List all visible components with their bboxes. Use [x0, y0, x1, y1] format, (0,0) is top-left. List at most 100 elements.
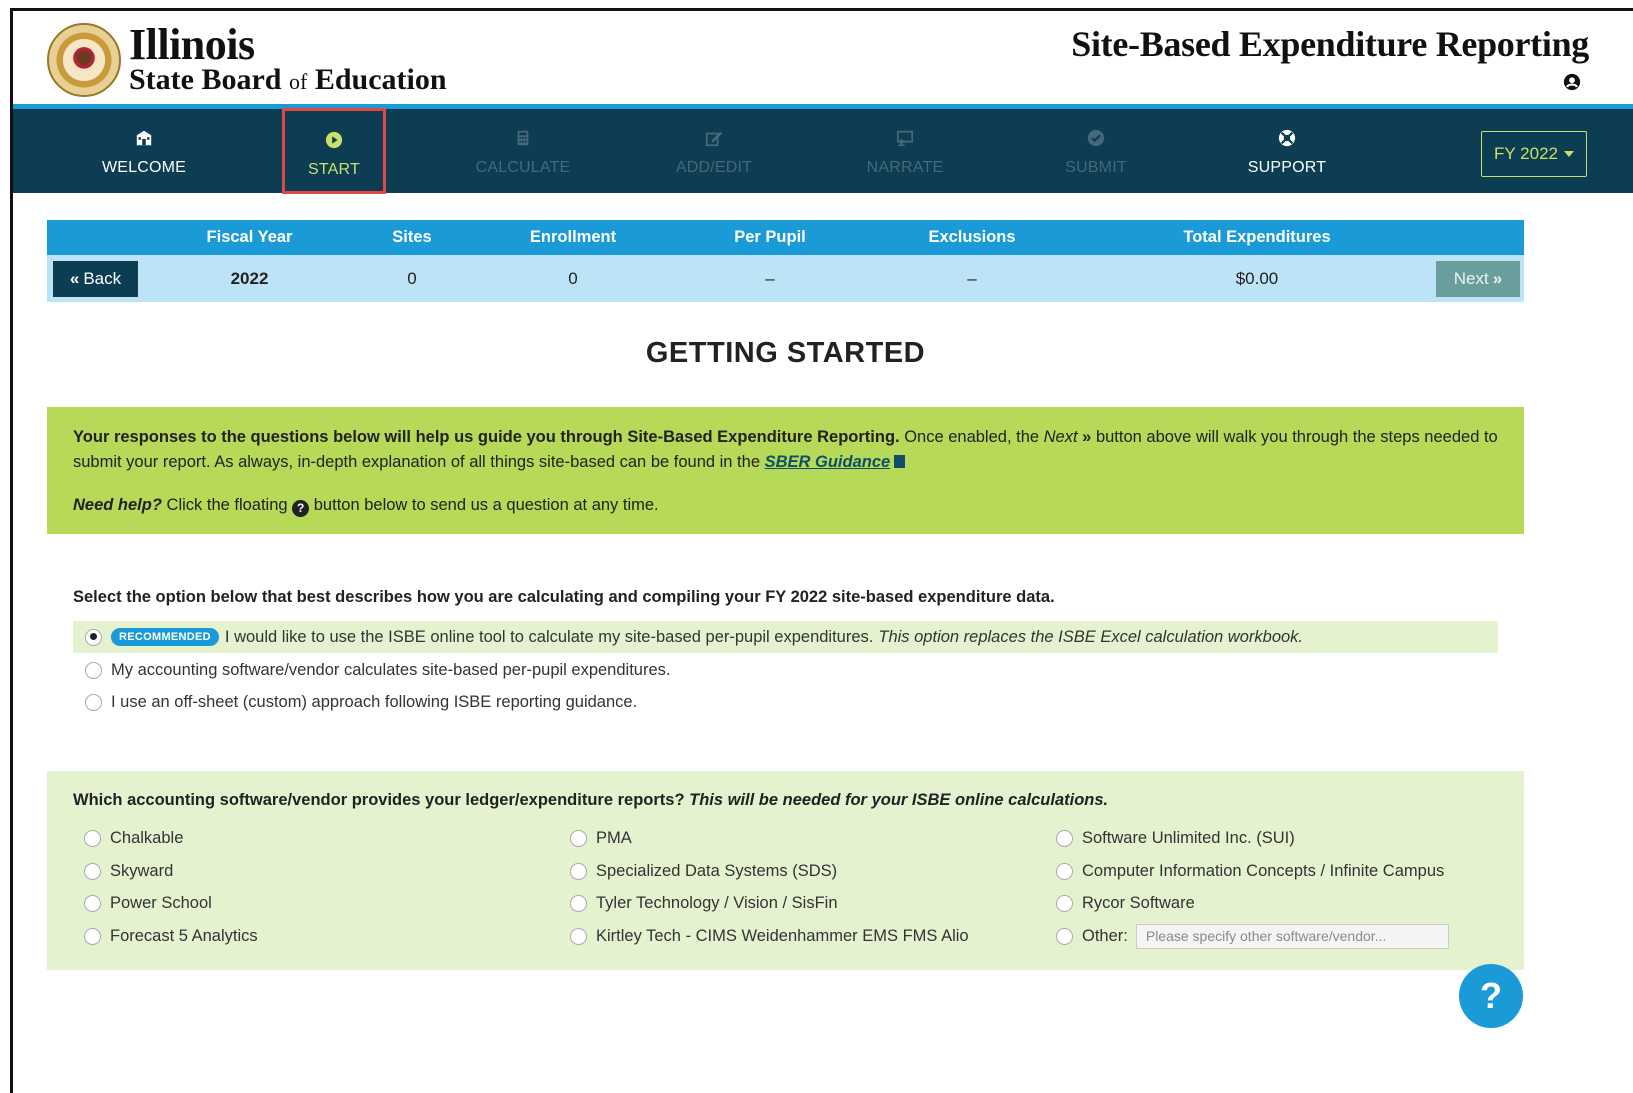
radio-button[interactable]: [570, 927, 587, 945]
vendor-option-chalkable[interactable]: Chalkable: [84, 824, 183, 852]
vendor-option-infinite-campus[interactable]: Computer Information Concepts / Infinite…: [1056, 857, 1444, 885]
summary-table: Fiscal Year Sites Enrollment Per Pupil E…: [47, 220, 1524, 302]
nav-support[interactable]: SUPPORT: [1222, 109, 1352, 193]
main-nav: WELCOME START CALCULATE ADD/EDIT NARRATE…: [13, 108, 1633, 194]
vendor-option-sui[interactable]: Software Unlimited Inc. (SUI): [1056, 824, 1295, 852]
vendor-option-sds[interactable]: Specialized Data Systems (SDS): [570, 857, 837, 885]
nav-submit[interactable]: SUBMIT: [1031, 109, 1161, 193]
col-header-enrollment: Enrollment: [529, 228, 617, 246]
radio-button[interactable]: [84, 894, 101, 912]
radio-button[interactable]: [1056, 894, 1073, 912]
col-header-total-expenditures: Total Expenditures: [1183, 228, 1331, 246]
value-enrollment: 0: [568, 268, 578, 288]
question-mark-icon: ?: [1480, 975, 1502, 1016]
check-circle-icon: [1087, 129, 1105, 147]
illinois-seal-logo: [47, 23, 121, 97]
next-button[interactable]: Next »: [1436, 261, 1520, 297]
col-header-fiscal-year: Fiscal Year: [206, 228, 293, 246]
nav-welcome[interactable]: WELCOME: [79, 109, 209, 193]
value-total-expenditures: $0.00: [1235, 268, 1279, 288]
radio-button[interactable]: [570, 894, 587, 912]
page-title: GETTING STARTED: [645, 337, 926, 369]
radio-button[interactable]: [1056, 862, 1073, 880]
option-label: I use an off-sheet (custom) approach fol…: [111, 692, 638, 711]
intro-text: Your responses to the questions below wi…: [73, 428, 1498, 471]
recommended-badge: RECOMMENDED: [111, 628, 219, 646]
vendor-option-rycor[interactable]: Rycor Software: [1056, 889, 1195, 917]
col-header-exclusions: Exclusions: [928, 228, 1016, 246]
col-header-per-pupil: Per Pupil: [734, 228, 806, 246]
user-circle-icon[interactable]: [1563, 73, 1581, 91]
summary-values-row: « Back 2022 0 0 – – $0.00 Next »: [47, 255, 1524, 302]
app-title: Site-Based Expenditure Reporting: [1071, 24, 1589, 64]
value-sites: 0: [407, 268, 417, 288]
nav-label: SUBMIT: [1065, 159, 1127, 176]
radio-button[interactable]: [84, 829, 101, 847]
calc-option-custom[interactable]: I use an off-sheet (custom) approach fol…: [73, 686, 637, 718]
caret-down-icon: [1563, 151, 1574, 157]
app-frame: Illinois State Board of Education Site-B…: [10, 8, 1633, 1093]
vendor-option-kirtley[interactable]: Kirtley Tech - CIMS Weidenhammer EMS FMS…: [570, 922, 969, 950]
question-circle-icon: ?: [292, 500, 310, 517]
nav-label: NARRATE: [866, 159, 944, 176]
radio-button[interactable]: [85, 693, 102, 711]
radio-button[interactable]: [1056, 829, 1073, 847]
double-chevron-left-icon: «: [69, 269, 80, 288]
radio-button[interactable]: [84, 927, 101, 945]
vendor-option-other[interactable]: Other:: [1056, 922, 1449, 950]
pdf-file-icon: [894, 455, 906, 468]
brand-isbe: State Board of Education: [129, 63, 447, 96]
radio-button[interactable]: [85, 628, 102, 646]
vendor-panel: Which accounting software/vendor provide…: [47, 771, 1524, 970]
nav-label: START: [308, 161, 360, 178]
edit-icon: [705, 131, 723, 147]
col-header-sites: Sites: [392, 228, 432, 246]
value-fiscal-year: 2022: [230, 268, 269, 288]
nav-label: WELCOME: [101, 159, 187, 176]
summary-header-row: Fiscal Year Sites Enrollment Per Pupil E…: [47, 220, 1524, 255]
fiscal-year-dropdown[interactable]: FY 2022: [1481, 131, 1587, 177]
option-label: I would like to use the ISBE online tool…: [224, 627, 874, 646]
nav-label: ADD/EDIT: [675, 159, 753, 176]
double-chevron-right-icon: »: [1492, 269, 1503, 288]
option-note: This option replaces the ISBE Excel calc…: [878, 627, 1304, 646]
back-label: Back: [83, 269, 122, 288]
nav-narrate[interactable]: NARRATE: [840, 109, 970, 193]
vendor-option-pma[interactable]: PMA: [570, 824, 632, 852]
next-label: Next: [1453, 269, 1489, 288]
value-exclusions: –: [967, 268, 977, 288]
play-circle-icon: [325, 131, 343, 149]
fiscal-year-label: FY 2022: [1494, 144, 1558, 163]
nav-label: CALCULATE: [475, 159, 571, 176]
nav-label: SUPPORT: [1247, 159, 1327, 176]
nav-start[interactable]: START: [282, 108, 386, 194]
intro-panel: Your responses to the questions below wi…: [47, 407, 1524, 534]
site-header: Illinois State Board of Education Site-B…: [13, 11, 1633, 104]
help-fab-button[interactable]: ?: [1459, 964, 1523, 1028]
vendor-option-tyler[interactable]: Tyler Technology / Vision / SisFin: [570, 889, 838, 917]
calc-option-online-tool[interactable]: RECOMMENDED I would like to use the ISBE…: [73, 621, 1498, 653]
vendor-option-forecast5[interactable]: Forecast 5 Analytics: [84, 922, 258, 950]
calc-option-vendor[interactable]: My accounting software/vendor calculates…: [73, 654, 670, 686]
option-label: My accounting software/vendor calculates…: [111, 660, 671, 679]
radio-button[interactable]: [1056, 927, 1073, 945]
other-vendor-input[interactable]: [1135, 923, 1449, 949]
radio-button[interactable]: [570, 829, 587, 847]
value-per-pupil: –: [765, 268, 775, 288]
radio-button[interactable]: [570, 862, 587, 880]
vendor-option-power-school[interactable]: Power School: [84, 889, 212, 917]
school-building-icon: [136, 130, 152, 146]
nav-add-edit[interactable]: ADD/EDIT: [649, 109, 779, 193]
back-button[interactable]: « Back: [53, 261, 138, 297]
radio-button[interactable]: [85, 661, 102, 679]
presentation-icon: [896, 130, 914, 147]
brand-illinois: Illinois: [129, 20, 255, 69]
vendor-option-skyward[interactable]: Skyward: [84, 857, 173, 885]
nav-calculate[interactable]: CALCULATE: [458, 109, 588, 193]
vendor-question: Which accounting software/vendor provide…: [73, 791, 1109, 809]
help-text: Need help? Click the floating ? button b…: [73, 496, 659, 517]
calc-method-question: Select the option below that best descri…: [73, 588, 1055, 606]
sber-guidance-link[interactable]: SBER Guidance: [765, 453, 891, 471]
radio-button[interactable]: [84, 862, 101, 880]
calculator-icon: [517, 130, 529, 146]
